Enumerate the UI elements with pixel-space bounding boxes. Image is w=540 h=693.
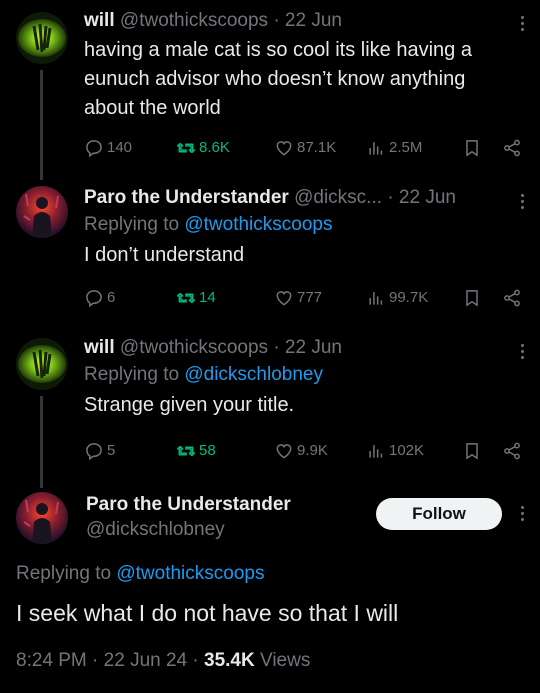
author-handle[interactable]: @dickschlobney xyxy=(86,518,291,542)
bookmark-button[interactable] xyxy=(462,441,502,461)
retweet-icon xyxy=(176,445,196,457)
retweet-count: 14 xyxy=(199,289,216,306)
tweet-header: Paro the Understander @dicksc... · 22 Ju… xyxy=(84,187,456,208)
tweet-text: I don’t understand xyxy=(84,244,245,266)
tweet-time[interactable]: 8:24 PM xyxy=(16,650,87,671)
follow-button[interactable]: Follow xyxy=(376,498,502,530)
avatar[interactable] xyxy=(16,12,68,64)
reply-count: 140 xyxy=(107,139,133,156)
share-button[interactable] xyxy=(502,441,525,461)
avatar[interactable] xyxy=(16,186,68,238)
like-button[interactable]: 777 xyxy=(274,288,366,308)
more-icon[interactable] xyxy=(520,344,526,362)
more-icon[interactable] xyxy=(520,194,526,212)
tweet-date[interactable]: 22 Jun xyxy=(399,187,456,208)
views-button[interactable]: 2.5M xyxy=(366,138,462,158)
replying-to: Replying to @twothickscoops xyxy=(16,563,265,584)
reply-handle-link[interactable]: @twothickscoops xyxy=(116,563,264,584)
author-handle[interactable]: @twothickscoops xyxy=(120,10,268,31)
reply-button[interactable]: 6 xyxy=(84,288,176,308)
thread-line xyxy=(40,396,43,488)
author-name[interactable]: Paro the Understander xyxy=(84,187,289,208)
views-icon xyxy=(369,292,383,305)
share-icon xyxy=(504,289,520,307)
retweet-icon xyxy=(176,292,196,304)
views-count[interactable]: 35.4K xyxy=(204,650,255,671)
tweet-1-actions: 140 8.6K 87.1K 2.5M xyxy=(84,135,526,161)
share-icon xyxy=(504,139,520,157)
replying-to: Replying to @twothickscoops xyxy=(84,214,333,235)
reply-icon xyxy=(86,140,102,158)
views-label: Views xyxy=(260,650,311,671)
reply-handle-link[interactable]: @dickschlobney xyxy=(184,364,323,385)
views-button[interactable]: 99.7K xyxy=(366,288,462,308)
like-icon xyxy=(276,444,292,459)
tweet-2-actions: 6 14 777 99.7K xyxy=(84,285,526,311)
reply-count: 6 xyxy=(107,289,116,306)
reply-handle-link[interactable]: @twothickscoops xyxy=(184,214,332,235)
retweet-icon xyxy=(176,142,196,154)
tweet-meta: 8:24 PM · 22 Jun 24 · 35.4K Views xyxy=(16,650,311,671)
author-name[interactable]: Paro the Understander xyxy=(86,492,291,518)
like-count: 777 xyxy=(297,289,323,306)
views-icon xyxy=(369,445,383,458)
thread-line xyxy=(40,70,43,180)
retweet-button[interactable]: 14 xyxy=(176,288,274,308)
author-name[interactable]: will xyxy=(84,337,115,358)
like-button[interactable]: 9.9K xyxy=(274,441,366,461)
like-button[interactable]: 87.1K xyxy=(274,138,366,158)
share-button[interactable] xyxy=(502,138,525,158)
views-count: 99.7K xyxy=(389,289,429,306)
figure-avatar-image xyxy=(16,186,68,238)
author-handle[interactable]: @dicksc... xyxy=(294,187,382,208)
tweet-header: will @twothickscoops · 22 Jun xyxy=(84,337,342,358)
bookmark-icon xyxy=(466,290,478,307)
tweet-header: will @twothickscoops · 22 Jun xyxy=(84,10,342,31)
like-icon xyxy=(276,141,292,156)
reply-button[interactable]: 140 xyxy=(84,138,176,158)
author-handle[interactable]: @twothickscoops xyxy=(120,337,268,358)
avatar[interactable] xyxy=(16,492,68,544)
reply-icon xyxy=(86,443,102,461)
more-icon[interactable] xyxy=(520,16,526,34)
views-count: 2.5M xyxy=(389,139,423,156)
bookmark-icon xyxy=(466,140,478,157)
tweet-date[interactable]: 22 Jun xyxy=(285,337,342,358)
share-icon xyxy=(504,442,520,460)
author-name[interactable]: will xyxy=(84,10,115,31)
share-button[interactable] xyxy=(502,288,525,308)
retweet-count: 58 xyxy=(199,442,216,459)
reply-icon xyxy=(86,290,102,308)
tweet-date[interactable]: 22 Jun xyxy=(285,10,342,31)
cat-eye-avatar-image xyxy=(16,338,68,390)
bookmark-button[interactable] xyxy=(462,288,502,308)
more-icon[interactable] xyxy=(520,506,526,524)
retweet-button[interactable]: 58 xyxy=(176,441,274,461)
retweet-button[interactable]: 8.6K xyxy=(176,138,274,158)
retweet-count: 8.6K xyxy=(199,139,230,156)
views-icon xyxy=(369,142,383,155)
reply-count: 5 xyxy=(107,442,116,459)
figure-avatar-image xyxy=(16,492,68,544)
bookmark-button[interactable] xyxy=(462,138,502,158)
like-count: 87.1K xyxy=(297,139,337,156)
reply-button[interactable]: 5 xyxy=(84,441,176,461)
replying-to: Replying to @dickschlobney xyxy=(84,364,323,385)
views-count: 102K xyxy=(389,442,425,459)
tweet-text: having a male cat is so cool its like ha… xyxy=(84,39,472,119)
like-icon xyxy=(276,291,292,306)
tweet-text: Strange given your title. xyxy=(84,394,295,416)
views-button[interactable]: 102K xyxy=(366,441,462,461)
tweet-full-date[interactable]: 22 Jun 24 xyxy=(104,650,187,671)
cat-eye-avatar-image xyxy=(16,12,68,64)
bookmark-icon xyxy=(466,443,478,460)
tweet-3-actions: 5 58 9.9K 102K xyxy=(84,438,526,464)
tweet-text: I seek what I do not have so that I will xyxy=(16,600,399,626)
like-count: 9.9K xyxy=(297,442,328,459)
avatar[interactable] xyxy=(16,338,68,390)
